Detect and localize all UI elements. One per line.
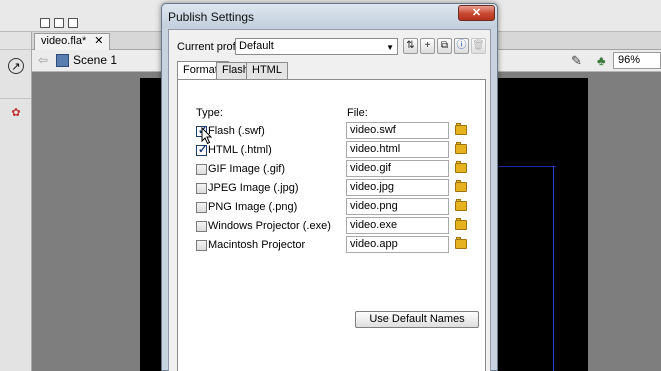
- gif-file-field[interactable]: video.gif: [346, 160, 449, 177]
- chevron-down-icon: ▼: [386, 43, 394, 52]
- format-label: Macintosh Projector: [208, 239, 306, 251]
- add-profile-icon[interactable]: +: [420, 38, 435, 54]
- publish-settings-dialog: Publish Settings ✕ Current profile: Defa…: [161, 3, 498, 371]
- html-checkbox[interactable]: ✓: [196, 144, 207, 156]
- format-row-png: PNG Image (.png) video.png: [196, 198, 486, 217]
- scene-icon: [56, 54, 69, 67]
- selection-outline: [553, 166, 554, 371]
- folder-icon[interactable]: [455, 142, 468, 155]
- mac-projector-checkbox[interactable]: [196, 240, 207, 251]
- png-file-field[interactable]: video.png: [346, 198, 449, 215]
- jpeg-file-field[interactable]: video.jpg: [346, 179, 449, 196]
- format-label: Windows Projector (.exe): [208, 220, 331, 232]
- toolbar-icon[interactable]: [40, 18, 50, 28]
- dialog-titlebar[interactable]: Publish Settings ✕: [162, 4, 497, 28]
- tab-html[interactable]: HTML: [246, 62, 288, 79]
- gif-checkbox[interactable]: [196, 164, 207, 175]
- flash-file-field[interactable]: video.swf: [346, 122, 449, 139]
- divider: [0, 49, 31, 50]
- profile-select[interactable]: Default ▼: [235, 38, 398, 55]
- duplicate-profile-icon[interactable]: ⧉: [437, 38, 452, 54]
- tools-panel: ↗ ✿: [0, 32, 32, 371]
- format-row-flash: ✓ Flash (.swf) video.swf: [196, 122, 486, 141]
- html-file-field[interactable]: video.html: [346, 141, 449, 158]
- folder-icon[interactable]: [455, 199, 468, 212]
- trash-icon[interactable]: [68, 18, 78, 28]
- format-label: Flash (.swf): [208, 125, 265, 137]
- file-header: File:: [347, 107, 368, 119]
- document-tab-label: video.fla*: [41, 35, 87, 47]
- edit-symbols-icon[interactable]: ♣: [597, 53, 606, 68]
- folder-icon[interactable]: [455, 180, 468, 193]
- type-header: Type:: [196, 107, 223, 119]
- format-row-jpeg: JPEG Image (.jpg) video.jpg: [196, 179, 486, 198]
- dialog-body: Current profile: Default ▼ ⇅ + ⧉ ⓘ 🗑 For…: [168, 29, 491, 371]
- mac-projector-file-field[interactable]: video.app: [346, 236, 449, 253]
- divider: [0, 98, 31, 99]
- scene-label[interactable]: Scene 1: [73, 53, 117, 67]
- folder-icon[interactable]: [455, 123, 468, 136]
- edit-scene-icon[interactable]: ✎: [571, 53, 582, 69]
- motion-editor-icon[interactable]: ↗: [8, 58, 24, 74]
- formats-panel: Type: File: ✓ Flash (.swf) video.swf ✓ H…: [177, 79, 486, 371]
- png-checkbox[interactable]: [196, 202, 207, 213]
- use-default-names-button[interactable]: Use Default Names: [355, 311, 479, 328]
- profile-info-icon[interactable]: ⓘ: [454, 38, 469, 54]
- import-export-icon[interactable]: ⇅: [403, 38, 418, 54]
- windows-projector-file-field[interactable]: video.exe: [346, 217, 449, 234]
- windows-projector-checkbox[interactable]: [196, 221, 207, 232]
- toolbar-icon[interactable]: [54, 18, 64, 28]
- delete-profile-icon[interactable]: 🗑: [471, 38, 486, 54]
- format-row-mac-projector: Macintosh Projector video.app: [196, 236, 486, 255]
- format-row-gif: GIF Image (.gif) video.gif: [196, 160, 486, 179]
- close-tab-icon[interactable]: ✕: [94, 35, 103, 47]
- format-row-html: ✓ HTML (.html) video.html: [196, 141, 486, 160]
- mouse-cursor-icon: [201, 127, 213, 145]
- zoom-field[interactable]: 96%: [613, 52, 661, 69]
- profile-value: Default: [239, 40, 274, 52]
- components-icon[interactable]: ✿: [8, 105, 24, 121]
- format-label: HTML (.html): [208, 144, 272, 156]
- folder-icon[interactable]: [455, 218, 468, 231]
- format-row-windows-projector: Windows Projector (.exe) video.exe: [196, 217, 486, 236]
- folder-icon[interactable]: [455, 161, 468, 174]
- format-label: GIF Image (.gif): [208, 163, 286, 175]
- document-tab[interactable]: video.fla* ✕: [34, 33, 111, 50]
- jpeg-checkbox[interactable]: [196, 183, 207, 194]
- format-label: PNG Image (.png): [208, 201, 298, 213]
- back-arrow-icon[interactable]: ⇦: [38, 53, 48, 67]
- close-button[interactable]: ✕: [458, 5, 495, 21]
- format-label: JPEG Image (.jpg): [208, 182, 299, 194]
- selection-outline: [496, 166, 556, 371]
- dialog-title: Publish Settings: [168, 10, 255, 24]
- folder-icon[interactable]: [455, 237, 468, 250]
